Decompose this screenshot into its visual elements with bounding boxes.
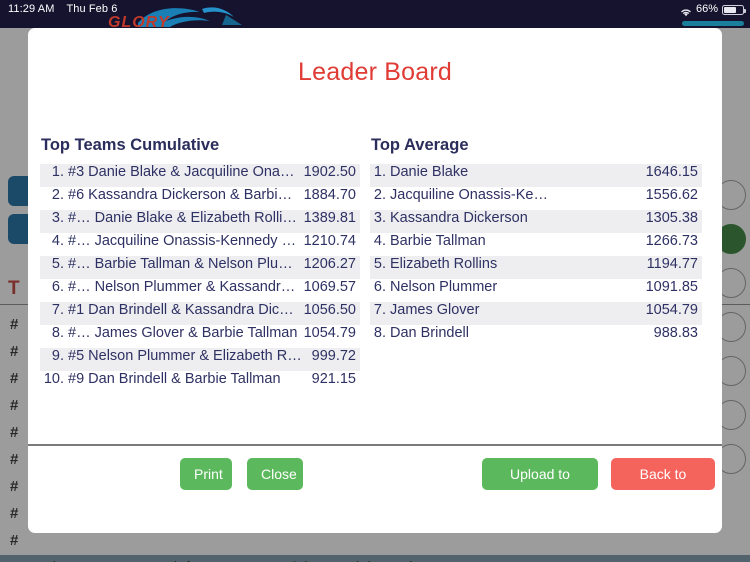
list-item-score: 1902.50 — [303, 164, 356, 180]
list-item-name: #5 Nelson Plummer & Elizabeth Roll… — [68, 348, 306, 364]
list-item-rank: 9. — [51, 348, 64, 364]
list-item-name: #6 Kassandra Dickerson & Barbie T… — [68, 187, 298, 203]
list-item[interactable]: 7. #1 Dan Brindell & Kassandra Dicke… 1056… — [40, 302, 360, 325]
list-item-rank: 6. — [51, 279, 64, 295]
top-teams-cumulative-column: Top Teams Cumulative 1. #3 Danie Blake & … — [40, 136, 360, 394]
leader-board-modal: Leader Board Top Teams Cumulative 1. #3 D… — [28, 28, 722, 533]
top-average-list[interactable]: 1. Danie Blake 1646.15 2. Jacquiline Onassis… — [370, 164, 702, 348]
close-button[interactable]: Close — [247, 458, 303, 490]
list-item[interactable]: 3. #… Danie Blake & Elizabeth Rollins 1389… — [40, 210, 360, 233]
list-item-score: 1646.15 — [645, 164, 698, 180]
list-item-score: 1305.38 — [645, 210, 698, 226]
list-item[interactable]: 5. Elizabeth Rollins 1194.77 — [370, 256, 702, 279]
list-item-score: 1091.85 — [645, 279, 698, 295]
list-item-name: #… Jacquiline Onassis-Kennedy &… — [68, 233, 298, 249]
list-item-rank: 10. — [43, 371, 64, 387]
app-header-bar: GLORY 11:29 AM Thu Feb 6 66% — [0, 0, 750, 31]
list-item-name: Nelson Plummer — [390, 279, 498, 295]
status-time: 11:29 AM — [8, 3, 55, 15]
back-to-events-button[interactable]: Back to Events — [611, 458, 715, 514]
status-bar-left: 11:29 AM Thu Feb 6 — [8, 0, 117, 18]
footer-divider — [28, 444, 722, 446]
list-item[interactable]: 2. #6 Kassandra Dickerson & Barbie T… 1884… — [40, 187, 360, 210]
list-item-rank: 8. — [373, 325, 386, 341]
list-item[interactable]: 6. #… Nelson Plummer & Kassandra D… 1069.5… — [40, 279, 360, 302]
list-item[interactable]: 5. #… Barbie Tallman & Nelson Plumm… 1206.… — [40, 256, 360, 279]
print-button[interactable]: Print — [180, 458, 232, 490]
list-item[interactable]: 8. Dan Brindell 988.83 — [370, 325, 702, 348]
list-item[interactable]: 1. #3 Danie Blake & Jacquiline Onassi… 190… — [40, 164, 360, 187]
list-item[interactable]: 1. Danie Blake 1646.15 — [370, 164, 702, 187]
status-bar-right: 66% — [680, 0, 746, 18]
top-teams-cumulative-heading: Top Teams Cumulative — [41, 136, 220, 154]
list-item-name: Jacquiline Onassis-Ke… — [390, 187, 548, 203]
list-item[interactable]: 4. Barbie Tallman 1266.73 — [370, 233, 702, 256]
list-item-name: #1 Dan Brindell & Kassandra Dicke… — [68, 302, 298, 318]
upload-to-server-button[interactable]: Upload to Server — [482, 458, 598, 514]
status-date: Thu Feb 6 — [66, 3, 118, 15]
page-title: Leader Board — [298, 58, 452, 86]
list-item-rank: 1. — [51, 164, 64, 180]
battery-icon — [722, 5, 746, 15]
list-item-score: 1054.79 — [645, 302, 698, 318]
list-item-rank: 4. — [51, 233, 64, 249]
list-item-score: 1210.74 — [303, 233, 356, 249]
list-item-name: #… Nelson Plummer & Kassandra D… — [68, 279, 298, 295]
list-item-name: #3 Danie Blake & Jacquiline Onassi… — [68, 164, 298, 180]
list-item[interactable]: 10. #9 Dan Brindell & Barbie Tallman 921.1… — [40, 371, 360, 394]
list-item-name: Danie Blake — [390, 164, 469, 180]
list-item[interactable]: 4. #… Jacquiline Onassis-Kennedy &… 1210.7… — [40, 233, 360, 256]
list-item-score: 1556.62 — [645, 187, 698, 203]
list-item-rank: 1. — [373, 164, 386, 180]
list-item-rank: 7. — [373, 302, 386, 318]
list-item-rank: 3. — [373, 210, 386, 226]
wifi-icon — [680, 5, 692, 17]
list-item-rank: 4. — [373, 233, 386, 249]
list-item[interactable]: 8. #… James Glover & Barbie Tallman 1054.7… — [40, 325, 360, 348]
list-item-score: 1194.77 — [646, 256, 698, 272]
top-average-heading: Top Average — [371, 136, 469, 154]
list-item-rank: 2. — [51, 187, 64, 203]
list-item-score: 999.72 — [311, 348, 356, 364]
top-teams-cumulative-list[interactable]: 1. #3 Danie Blake & Jacquiline Onassi… 190… — [40, 164, 360, 394]
list-item-rank: 7. — [51, 302, 64, 318]
list-item-score: 1266.73 — [645, 233, 698, 249]
list-item-rank: 8. — [51, 325, 64, 341]
list-item-score: 1054.79 — [303, 325, 356, 341]
list-item-name: #… Danie Blake & Elizabeth Rollins — [68, 210, 298, 226]
list-item-score: 988.83 — [653, 325, 698, 341]
header-accent-pill — [682, 21, 744, 26]
list-item-rank: 2. — [373, 187, 386, 203]
list-item-name: #… James Glover & Barbie Tallman — [68, 325, 298, 341]
list-item-name: Dan Brindell — [390, 325, 469, 341]
list-item[interactable]: 7. James Glover 1054.79 — [370, 302, 702, 325]
list-item-name: Kassandra Dickerson — [390, 210, 528, 226]
list-item-name: Elizabeth Rollins — [390, 256, 498, 272]
battery-percent-label: 66% — [695, 3, 718, 15]
list-item[interactable]: 9. #5 Nelson Plummer & Elizabeth Roll… 999… — [40, 348, 360, 371]
list-item-rank: 5. — [373, 256, 386, 272]
list-item-rank: 5. — [51, 256, 64, 272]
list-item[interactable]: 3. Kassandra Dickerson 1305.38 — [370, 210, 702, 233]
status-bar: 11:29 AM Thu Feb 6 66% — [0, 0, 750, 18]
list-item-name: Barbie Tallman — [390, 233, 486, 249]
list-item[interactable]: 6. Nelson Plummer 1091.85 — [370, 279, 702, 302]
list-item-score: 1389.81 — [303, 210, 356, 226]
list-item-score: 1884.70 — [303, 187, 356, 203]
list-item-rank: 3. — [51, 210, 64, 226]
list-item-name: #… Barbie Tallman & Nelson Plumm… — [68, 256, 298, 272]
list-item-score: 1206.27 — [303, 256, 356, 272]
list-item-score: 1069.57 — [303, 279, 356, 295]
list-item-score: 921.15 — [311, 371, 356, 387]
list-item-rank: 6. — [373, 279, 386, 295]
list-item-name: James Glover — [390, 302, 480, 318]
list-item-score: 1056.50 — [303, 302, 356, 318]
list-item-name: #9 Dan Brindell & Barbie Tallman — [68, 371, 281, 387]
list-item[interactable]: 2. Jacquiline Onassis-Ke… 1556.62 — [370, 187, 702, 210]
top-average-column: Top Average 1. Danie Blake 1646.15 2. Jacqui… — [370, 136, 702, 348]
